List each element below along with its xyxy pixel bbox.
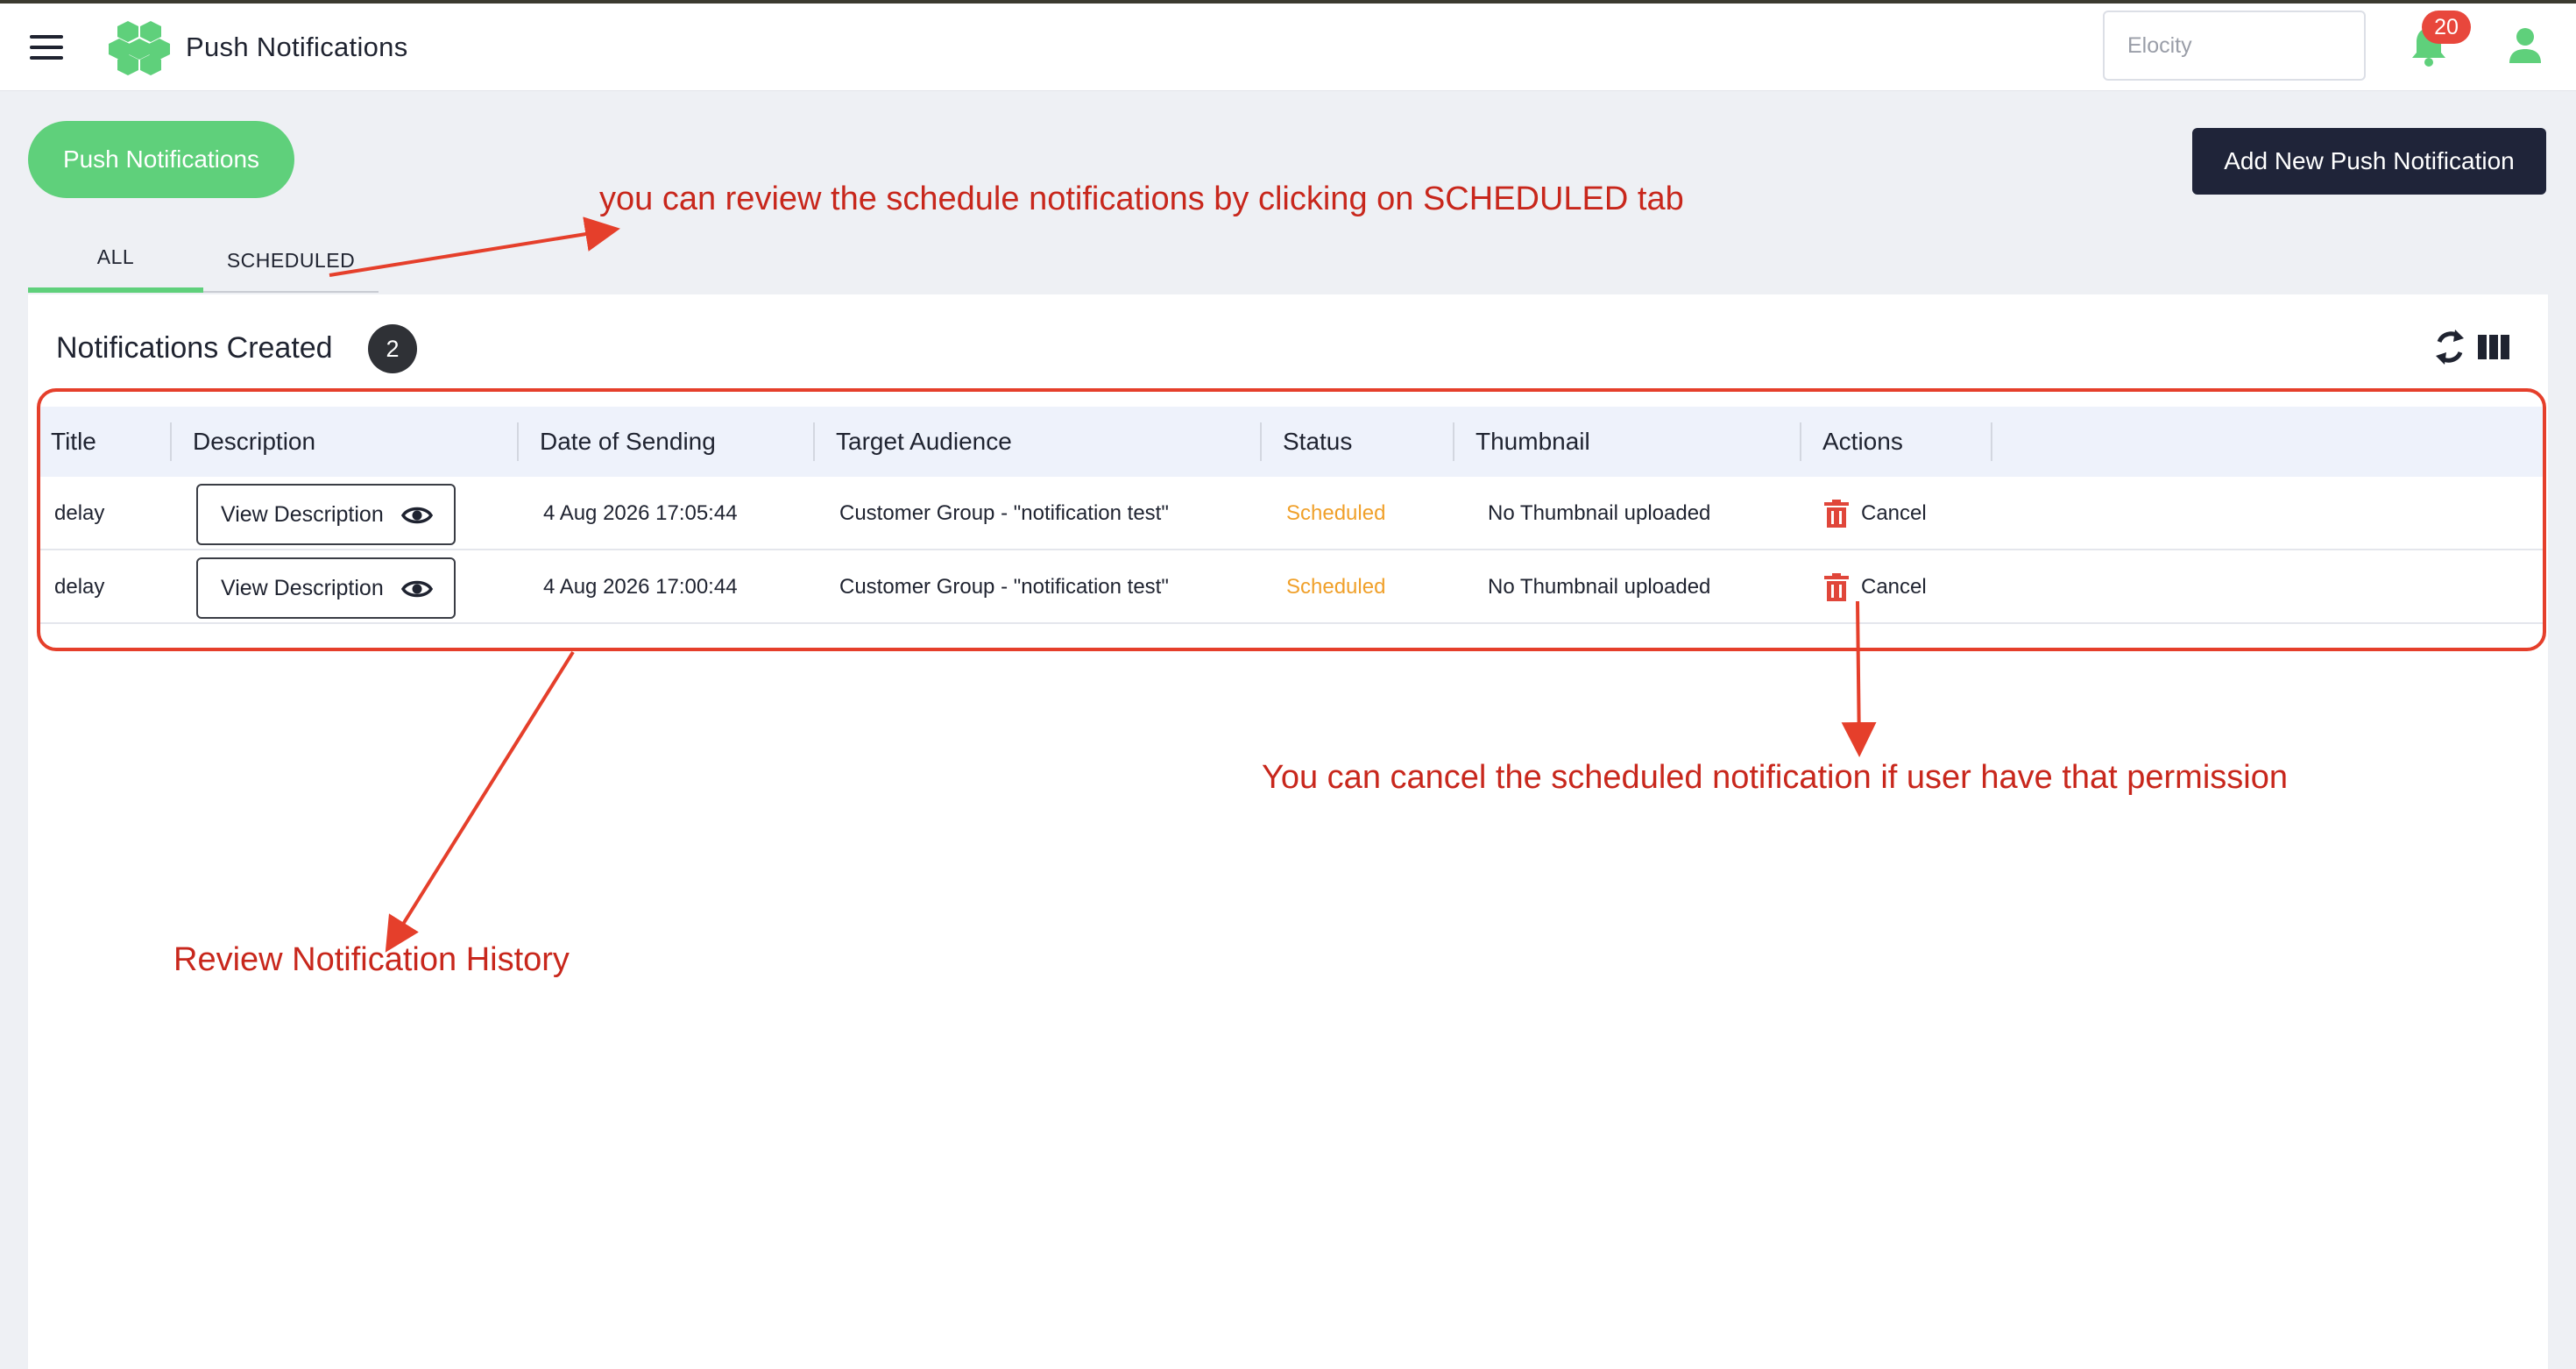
- cell-status: Scheduled: [1286, 575, 1386, 599]
- column-header-title[interactable]: Title: [51, 407, 96, 477]
- column-separator: [1453, 422, 1454, 461]
- table-row: delay View Description 4 Aug 2026 17:05:…: [39, 477, 2543, 550]
- cell-thumbnail: No Thumbnail uploaded: [1488, 575, 1711, 599]
- table-header: Title Description Date of Sending Target…: [39, 407, 2543, 477]
- annotation-scheduled-tab: you can review the schedule notification…: [599, 181, 1684, 217]
- table-row: delay View Description 4 Aug 2026 17:00:…: [39, 550, 2543, 624]
- push-notifications-pill-button[interactable]: Push Notifications: [28, 121, 294, 198]
- view-description-label: View Description: [221, 501, 384, 527]
- columns-icon[interactable]: [2478, 335, 2509, 359]
- logo-icon: [109, 21, 170, 75]
- column-separator: [813, 422, 815, 461]
- view-description-button[interactable]: View Description: [196, 557, 456, 619]
- view-description-label: View Description: [221, 575, 384, 600]
- refresh-icon[interactable]: [2432, 328, 2467, 366]
- cancel-label: Cancel: [1861, 501, 1927, 525]
- cell-thumbnail: No Thumbnail uploaded: [1488, 501, 1711, 525]
- view-description-button[interactable]: View Description: [196, 484, 456, 545]
- cell-audience: Customer Group - "notification test": [839, 575, 1169, 599]
- card-title: Notifications Created: [56, 331, 333, 365]
- app-title: Push Notifications: [186, 32, 408, 62]
- tab-underline: [203, 291, 379, 293]
- column-separator: [170, 422, 172, 461]
- user-icon[interactable]: [2508, 26, 2543, 65]
- annotation-history: Review Notification History: [173, 941, 570, 978]
- active-tab-indicator: [28, 287, 203, 293]
- tab-scheduled[interactable]: SCHEDULED: [203, 235, 379, 294]
- cell-date: 4 Aug 2026 17:00:44: [543, 575, 738, 599]
- trash-icon: [1824, 573, 1849, 601]
- tenant-select-input[interactable]: [2103, 11, 2366, 81]
- annotation-cancel: You can cancel the scheduled notificatio…: [1262, 759, 2288, 796]
- menu-icon[interactable]: [30, 35, 65, 61]
- column-header-target-audience[interactable]: Target Audience: [836, 407, 1012, 477]
- column-separator: [1991, 422, 1992, 461]
- cell-title: delay: [54, 501, 105, 525]
- column-header-date[interactable]: Date of Sending: [540, 407, 716, 477]
- cell-audience: Customer Group - "notification test": [839, 501, 1169, 525]
- column-header-actions[interactable]: Actions: [1822, 407, 1903, 477]
- tab-all[interactable]: ALL: [28, 235, 203, 294]
- column-separator: [517, 422, 519, 461]
- column-header-status[interactable]: Status: [1283, 407, 1352, 477]
- column-separator: [1800, 422, 1801, 461]
- trash-icon: [1824, 500, 1849, 528]
- cell-date: 4 Aug 2026 17:05:44: [543, 501, 738, 525]
- eye-icon: [401, 507, 433, 524]
- column-header-description[interactable]: Description: [193, 407, 315, 477]
- column-separator: [1260, 422, 1262, 461]
- cancel-label: Cancel: [1861, 575, 1927, 599]
- eye-icon: [401, 580, 433, 598]
- add-new-push-notification-button[interactable]: Add New Push Notification: [2192, 128, 2546, 195]
- cell-title: delay: [54, 575, 105, 599]
- notifications-count-badge: 2: [368, 324, 417, 373]
- column-header-thumbnail[interactable]: Thumbnail: [1476, 407, 1590, 477]
- cell-status: Scheduled: [1286, 501, 1386, 525]
- notification-count-badge: 20: [2422, 11, 2471, 44]
